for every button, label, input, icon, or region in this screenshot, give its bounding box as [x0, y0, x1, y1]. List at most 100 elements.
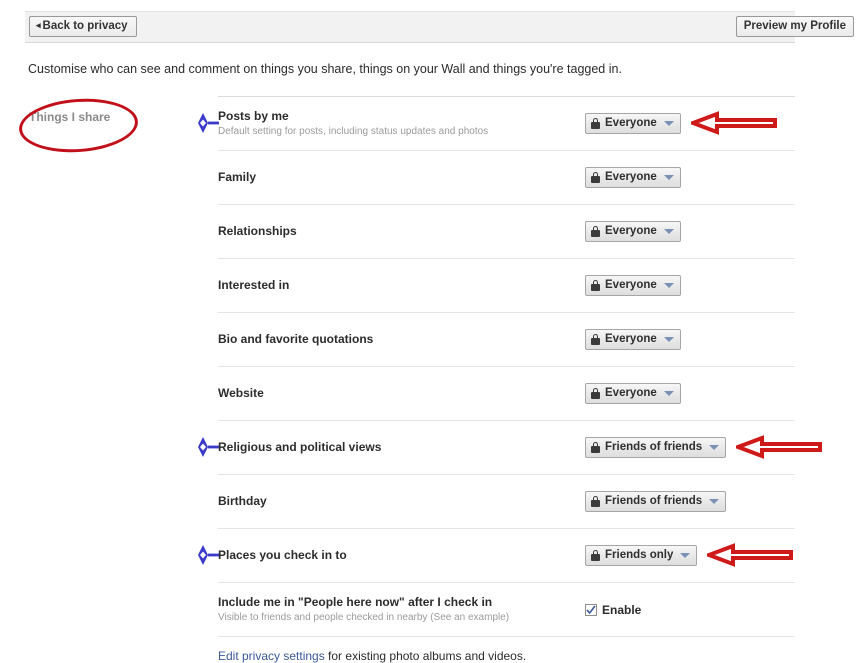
section-label-things-i-share: Things I share — [29, 110, 111, 124]
audience-selector-value: Friends of friends — [605, 441, 703, 453]
privacy-row-text: Interested in — [218, 278, 585, 293]
top-toolbar — [25, 11, 795, 43]
privacy-row-title: Birthday — [218, 494, 267, 508]
privacy-row-inner: Bio and favorite quotations Everyone — [218, 313, 795, 366]
row-subtitle: Visible to friends and people checked in… — [218, 611, 575, 624]
enable-checkbox-wrapper[interactable]: Enable — [585, 603, 641, 617]
lock-icon — [591, 334, 600, 345]
lock-icon — [591, 388, 600, 399]
audience-selector-dropdown[interactable]: Everyone — [585, 221, 681, 242]
audience-selector-dropdown[interactable]: Friends only — [585, 545, 698, 566]
chevron-down-icon — [709, 499, 720, 504]
privacy-row-control: Everyone — [585, 167, 795, 188]
preview-my-profile-label: Preview my Profile — [743, 20, 846, 32]
privacy-row: Places you check in to Friends only — [218, 528, 795, 582]
privacy-row-control: Friends of friends — [585, 491, 795, 512]
privacy-row: Bio and favorite quotations Everyone — [218, 312, 795, 366]
privacy-row-title: Family — [218, 170, 257, 184]
privacy-row-text: Religious and political views — [218, 440, 585, 455]
privacy-row-title: Bio and favorite quotations — [218, 332, 374, 346]
audience-selector-value: Everyone — [605, 333, 657, 345]
enable-checkbox[interactable] — [585, 603, 597, 616]
privacy-row-inner: Include me in "People here now" after I … — [218, 583, 795, 636]
privacy-row: Interested in Everyone — [218, 258, 795, 312]
blue-star-marker-icon — [183, 434, 223, 460]
privacy-row-text: Family — [218, 170, 585, 185]
bottom-note-text: for existing photo albums and videos. — [324, 649, 527, 663]
privacy-row-text: Posts by me Default setting for posts, in… — [218, 109, 585, 138]
audience-selector-value: Everyone — [605, 171, 657, 183]
privacy-row-control: Everyone — [585, 275, 795, 296]
audience-selector-dropdown[interactable]: Everyone — [585, 383, 681, 404]
back-to-privacy-button[interactable]: ◂ Back to privacy — [29, 16, 137, 37]
row-subtitle-text: Visible to friends and people checked in… — [218, 612, 428, 623]
edit-privacy-settings-link[interactable]: Edit privacy settings — [218, 649, 325, 663]
privacy-row-inner: Interested in Everyone — [218, 259, 795, 312]
lock-icon — [591, 550, 600, 561]
chevron-down-icon — [680, 553, 691, 558]
privacy-row-inner: Website Everyone — [218, 367, 795, 420]
privacy-row-inner: Places you check in to Friends only — [218, 529, 795, 582]
lock-icon — [591, 496, 600, 507]
chevron-down-icon — [663, 175, 674, 180]
privacy-settings-list: Posts by me Default setting for posts, in… — [218, 96, 795, 663]
privacy-row-inner: Birthday Friends of friends — [218, 475, 795, 528]
privacy-row-title: Places you check in to — [218, 548, 347, 562]
audience-selector-value: Friends of friends — [605, 495, 703, 507]
audience-selector-value: Everyone — [605, 279, 657, 291]
chevron-down-icon — [663, 337, 674, 342]
preview-my-profile-button[interactable]: Preview my Profile — [735, 16, 854, 37]
bottom-note: Edit privacy settings for existing photo… — [218, 636, 795, 663]
see-an-example-link[interactable]: (See an example) — [430, 612, 509, 623]
privacy-row-inner: Religious and political views Friends of … — [218, 421, 795, 474]
privacy-row-inner: Family Everyone — [218, 151, 795, 204]
privacy-row: Relationships Everyone — [218, 204, 795, 258]
caret-left-icon: ◂ — [36, 20, 41, 30]
lock-icon — [591, 226, 600, 237]
audience-selector-dropdown[interactable]: Everyone — [585, 113, 681, 134]
audience-selector-dropdown[interactable]: Everyone — [585, 167, 681, 188]
privacy-row: Posts by me Default setting for posts, in… — [218, 96, 795, 150]
privacy-row-title: Religious and political views — [218, 440, 382, 454]
privacy-row-control: Enable — [585, 603, 795, 617]
privacy-row-control: Friends only — [585, 545, 795, 566]
audience-selector-dropdown[interactable]: Friends of friends — [585, 437, 727, 458]
chevron-down-icon — [663, 283, 674, 288]
row-subtitle-text: Default setting for posts, including sta… — [218, 126, 489, 137]
audience-selector-dropdown[interactable]: Everyone — [585, 329, 681, 350]
privacy-row-text: Website — [218, 386, 585, 401]
back-to-privacy-label: Back to privacy — [42, 20, 128, 32]
audience-selector-value: Friends only — [605, 549, 674, 561]
privacy-row-control: Everyone — [585, 329, 795, 350]
lock-icon — [591, 172, 600, 183]
privacy-row-title: Website — [218, 386, 264, 400]
chevron-down-icon — [663, 121, 674, 126]
blue-star-marker-icon — [183, 110, 223, 136]
privacy-row: Include me in "People here now" after I … — [218, 582, 795, 636]
lock-icon — [591, 280, 600, 291]
privacy-row-title: Posts by me — [218, 109, 289, 123]
privacy-row-control: Everyone — [585, 113, 795, 134]
privacy-row: Birthday Friends of friends — [218, 474, 795, 528]
privacy-row-text: Include me in "People here now" after I … — [218, 595, 585, 624]
privacy-row: Website Everyone — [218, 366, 795, 420]
check-icon — [586, 605, 596, 614]
privacy-row-text: Birthday — [218, 494, 585, 509]
enable-checkbox-label: Enable — [602, 602, 642, 617]
audience-selector-dropdown[interactable]: Friends of friends — [585, 491, 727, 512]
privacy-row-text: Bio and favorite quotations — [218, 332, 585, 347]
privacy-row-inner: Relationships Everyone — [218, 205, 795, 258]
chevron-down-icon — [663, 391, 674, 396]
privacy-row-control: Everyone — [585, 221, 795, 242]
audience-selector-value: Everyone — [605, 225, 657, 237]
privacy-row-title: Relationships — [218, 224, 297, 238]
privacy-row-control: Friends of friends — [585, 437, 795, 458]
privacy-row-text: Relationships — [218, 224, 585, 239]
audience-selector-value: Everyone — [605, 117, 657, 129]
privacy-row-inner: Posts by me Default setting for posts, in… — [218, 97, 795, 150]
privacy-row-control: Everyone — [585, 383, 795, 404]
lock-icon — [591, 118, 600, 129]
lock-icon — [591, 442, 600, 453]
audience-selector-dropdown[interactable]: Everyone — [585, 275, 681, 296]
audience-selector-value: Everyone — [605, 387, 657, 399]
